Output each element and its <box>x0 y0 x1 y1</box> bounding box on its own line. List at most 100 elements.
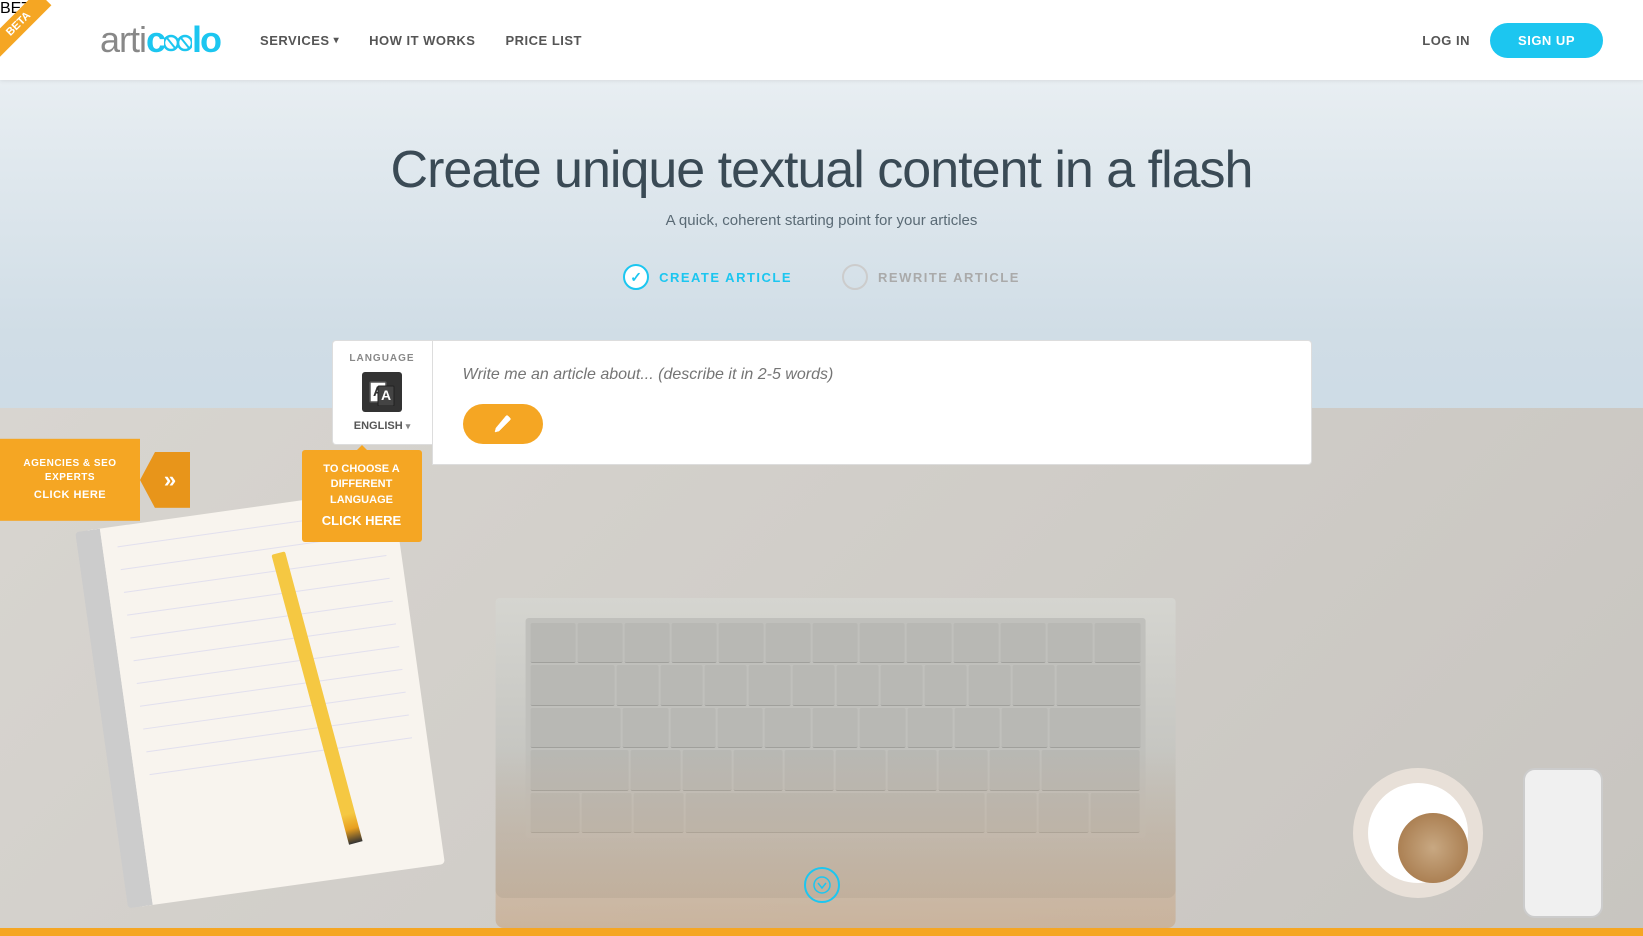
key <box>954 623 999 663</box>
login-button[interactable]: LOG IN <box>1422 33 1470 48</box>
keyboard-area <box>525 618 1145 838</box>
key <box>939 750 988 790</box>
key-row-2 <box>530 665 1140 705</box>
key <box>631 750 680 790</box>
agencies-button[interactable]: AGENCIES & SEO EXPERTS CLICK HERE » <box>0 439 190 521</box>
key <box>987 793 1037 833</box>
agencies-arrow-icon[interactable]: » <box>140 452 190 508</box>
line-5 <box>130 601 393 639</box>
hero-subtitle: A quick, coherent starting point for you… <box>0 212 1643 229</box>
key <box>530 750 629 790</box>
rewrite-article-label: REWRITE ARTICLE <box>878 270 1020 285</box>
rewrite-article-radio[interactable] <box>842 264 868 290</box>
key <box>1090 793 1140 833</box>
key <box>718 708 763 748</box>
key <box>812 708 857 748</box>
key <box>860 708 905 748</box>
key <box>1038 793 1088 833</box>
key <box>530 793 580 833</box>
article-topic-input[interactable] <box>463 366 1281 384</box>
beta-badge: BETA <box>0 0 70 70</box>
key <box>990 750 1039 790</box>
key <box>955 708 1000 748</box>
key <box>616 665 658 705</box>
key <box>623 708 668 748</box>
language-panel: LANGUAGE A A ENGLISH ▾ <box>332 340 432 445</box>
rewrite-article-option[interactable]: REWRITE ARTICLE <box>842 264 1020 290</box>
hero-content: Create unique textual content in a flash… <box>0 80 1643 465</box>
language-panel-label: LANGUAGE <box>349 353 414 364</box>
key <box>765 708 810 748</box>
key <box>718 623 763 663</box>
tooltip-click-here-label[interactable]: CLICK HERE <box>318 512 406 530</box>
key <box>1041 750 1140 790</box>
key <box>785 750 834 790</box>
key <box>907 708 952 748</box>
key <box>530 708 621 748</box>
laptop-base <box>495 598 1175 898</box>
key-row-1 <box>530 623 1140 663</box>
phone-prop <box>1523 768 1603 918</box>
language-icon: A A <box>362 372 402 412</box>
key <box>1095 623 1140 663</box>
article-input-card <box>432 340 1312 465</box>
notebook-prop <box>75 488 445 909</box>
key <box>733 750 782 790</box>
language-selector[interactable]: ENGLISH ▾ <box>354 420 410 432</box>
spacebar-key <box>686 793 985 833</box>
key <box>582 793 632 833</box>
hero-title: Create unique textual content in a flash <box>0 140 1643 200</box>
key <box>1048 623 1093 663</box>
line-9 <box>143 692 406 730</box>
language-dropdown-arrow: ▾ <box>406 421 411 432</box>
key <box>1056 665 1140 705</box>
line-3 <box>124 555 387 593</box>
nav-services[interactable]: SERVICES ▾ <box>260 33 339 48</box>
logo[interactable]: artic lo <box>100 19 220 61</box>
nav-how-it-works[interactable]: HOW IT WORKS <box>369 33 475 48</box>
key <box>1012 665 1054 705</box>
scroll-down-button[interactable] <box>804 867 840 903</box>
coffee-cup-inner <box>1368 783 1468 883</box>
key <box>682 750 731 790</box>
create-article-label: CREATE ARTICLE <box>659 270 792 285</box>
key <box>836 750 885 790</box>
key <box>671 623 716 663</box>
create-article-radio[interactable] <box>623 264 649 290</box>
agencies-label[interactable]: AGENCIES & SEO EXPERTS CLICK HERE <box>0 439 140 521</box>
line-6 <box>134 623 397 661</box>
line-4 <box>127 578 390 616</box>
logo-text-arti: arti <box>100 19 146 60</box>
key-row-4 <box>530 750 1140 790</box>
key <box>634 793 684 833</box>
key <box>968 665 1010 705</box>
key <box>1001 623 1046 663</box>
submit-article-button[interactable] <box>463 404 543 444</box>
key <box>704 665 746 705</box>
double-chevron-icon: » <box>164 467 176 493</box>
key <box>924 665 966 705</box>
key <box>660 665 702 705</box>
header: BETA artic lo SERVICES ▾ HOW IT WORKS PR… <box>0 0 1643 80</box>
key <box>577 623 622 663</box>
services-dropdown-arrow: ▾ <box>334 35 340 46</box>
line-8 <box>140 669 403 707</box>
svg-text:A: A <box>381 387 391 403</box>
key <box>907 623 952 663</box>
nav-price-list[interactable]: PRICE LIST <box>505 33 582 48</box>
line-11 <box>150 737 413 775</box>
hero-section: AGENCIES & SEO EXPERTS CLICK HERE » Crea… <box>0 80 1643 928</box>
key <box>813 623 858 663</box>
coffee-cup-prop <box>1353 768 1483 898</box>
main-nav: SERVICES ▾ HOW IT WORKS PRICE LIST <box>260 33 1422 48</box>
key <box>748 665 790 705</box>
article-mode-options: CREATE ARTICLE REWRITE ARTICLE <box>0 264 1643 290</box>
key <box>1049 708 1140 748</box>
signup-button[interactable]: SIGN UP <box>1490 23 1603 58</box>
key <box>1002 708 1047 748</box>
scene-background <box>0 408 1643 928</box>
laptop-prop <box>495 458 1175 898</box>
create-article-option[interactable]: CREATE ARTICLE <box>623 264 792 290</box>
key <box>530 623 575 663</box>
key <box>887 750 936 790</box>
